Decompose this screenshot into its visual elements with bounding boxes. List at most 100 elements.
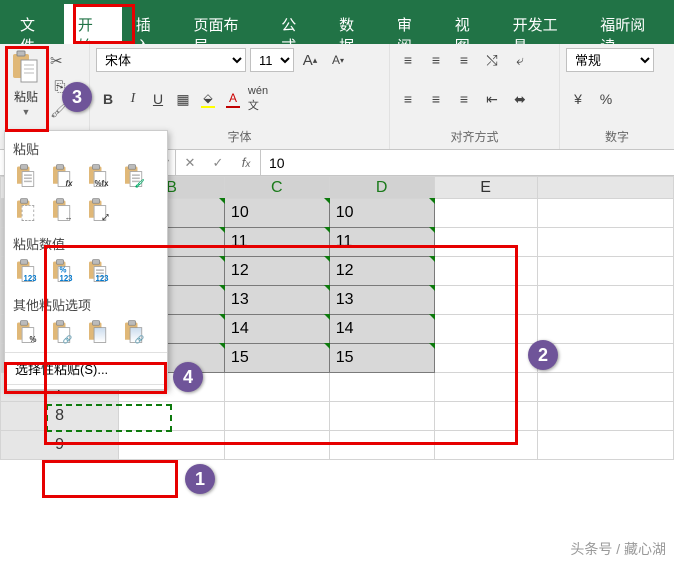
wrap-text-button[interactable]: ⤶ [508,48,532,72]
align-mid-icon[interactable]: ≡ [424,48,448,72]
paste-values-icon[interactable]: 123 [13,259,43,289]
tab-view[interactable]: 视图 [441,4,499,44]
paste-linked-picture-icon[interactable]: 🔗 [121,320,151,350]
cell[interactable]: 15 [329,344,434,373]
cell[interactable]: 15 [224,344,329,373]
percent-icon[interactable]: % [594,87,618,111]
cell[interactable] [434,373,537,402]
align-bot-icon[interactable]: ≡ [452,48,476,72]
tab-home[interactable]: 开始 [64,4,122,44]
paste-no-borders-icon[interactable] [13,198,43,228]
col-header-E[interactable]: E [434,177,537,199]
cell[interactable] [434,402,537,431]
cell[interactable] [537,199,673,228]
cell[interactable] [537,315,673,344]
align-center-icon[interactable]: ≡ [424,87,448,111]
paste-special-item[interactable]: 选择性粘贴(S)... [5,352,167,385]
cell[interactable] [434,344,537,373]
row-header-8[interactable]: 8 [1,402,119,431]
paste-picture-icon[interactable] [85,320,115,350]
font-size-select[interactable]: 11 [250,48,294,72]
cell[interactable]: 12 [224,257,329,286]
paste-transpose-icon[interactable]: ⤢ [85,198,115,228]
col-header-C[interactable]: C [224,177,329,199]
col-header[interactable] [537,177,673,199]
paste-link-icon[interactable]: 🔗 [49,320,79,350]
cell[interactable] [224,402,329,431]
cell[interactable]: 10 [224,199,329,228]
cell[interactable]: 10 [329,199,434,228]
paste-keep-source-icon[interactable]: 🖌 [121,164,151,194]
cell[interactable] [434,315,537,344]
grow-font-icon[interactable]: A▴ [298,48,322,72]
paste-col-width-icon[interactable]: ↔ [49,198,79,228]
cell[interactable] [537,431,673,460]
tab-file[interactable]: 文件 [6,4,64,44]
align-right-icon[interactable]: ≡ [452,87,476,111]
cell[interactable] [434,228,537,257]
fill-color-button[interactable]: ⬙ [196,87,220,111]
cell[interactable] [434,199,537,228]
cell[interactable]: 13 [224,286,329,315]
cell[interactable] [329,431,434,460]
phonetic-button[interactable]: wén文 [246,87,270,111]
group-align: ≡ ≡ ≡ ⤭ ⤶ ≡ ≡ ≡ ⇤ ⬌ 对齐方式 [390,44,560,149]
cancel-icon[interactable]: ✕ [176,155,204,171]
cell[interactable] [224,431,329,460]
cell[interactable]: 11 [329,228,434,257]
paste-values-number-icon[interactable]: %123 [49,259,79,289]
cell[interactable] [537,373,673,402]
cell[interactable]: 14 [224,315,329,344]
paste-values-source-icon[interactable]: 123 [85,259,115,289]
border-button[interactable]: ▦ [171,87,195,111]
number-format-select[interactable]: 常规 [566,48,654,72]
row-header-9[interactable]: 9 [1,431,119,460]
cell[interactable] [537,228,673,257]
cell[interactable] [434,286,537,315]
align-top-icon[interactable]: ≡ [396,48,420,72]
cell[interactable] [537,257,673,286]
formula-bar-value[interactable]: 10 [261,150,674,175]
indent-dec-icon[interactable]: ⇤ [480,87,504,111]
cell[interactable]: 14 [329,315,434,344]
cell[interactable] [434,431,537,460]
italic-button[interactable]: I [121,87,145,111]
cell[interactable] [434,257,537,286]
orientation-icon[interactable]: ⤭ [480,48,504,72]
tab-layout[interactable]: 页面布局 [180,4,268,44]
tab-insert[interactable]: 插入 [122,4,180,44]
cell[interactable] [537,286,673,315]
paste-formulas-number-icon[interactable]: %fx [85,164,115,194]
paste-button[interactable]: 粘贴 ▼ [6,48,46,119]
tab-review[interactable]: 审阅 [383,4,441,44]
font-name-select[interactable]: 宋体 [96,48,246,72]
cell[interactable] [537,402,673,431]
fx-icon[interactable]: fx [232,155,260,170]
col-header-D[interactable]: D [329,177,434,199]
bold-button[interactable]: B [96,87,120,111]
tab-foxit[interactable]: 福昕阅读 [586,4,674,44]
tab-data[interactable]: 数据 [325,4,383,44]
cell[interactable]: 12 [329,257,434,286]
tab-formula[interactable]: 公式 [267,4,325,44]
cell[interactable]: 11 [224,228,329,257]
accounting-icon[interactable]: ¥ [566,87,590,111]
paste-formatting-icon[interactable]: % [13,320,43,350]
cut-icon[interactable]: ✂ [50,52,70,70]
marker-3: 3 [62,82,92,112]
cell[interactable] [329,402,434,431]
cell[interactable] [329,373,434,402]
cell[interactable] [224,373,329,402]
enter-icon[interactable]: ✓ [204,155,232,171]
shrink-font-icon[interactable]: A▾ [326,48,350,72]
font-color-button[interactable]: A [221,87,245,111]
cell[interactable] [119,431,225,460]
tab-dev[interactable]: 开发工具 [499,4,587,44]
paste-all-icon[interactable] [13,164,43,194]
cell[interactable]: 13 [329,286,434,315]
align-left-icon[interactable]: ≡ [396,87,420,111]
paste-formulas-icon[interactable]: fx [49,164,79,194]
merge-button[interactable]: ⬌ [508,87,532,111]
underline-button[interactable]: U [146,87,170,111]
cell-A8[interactable] [119,402,225,431]
